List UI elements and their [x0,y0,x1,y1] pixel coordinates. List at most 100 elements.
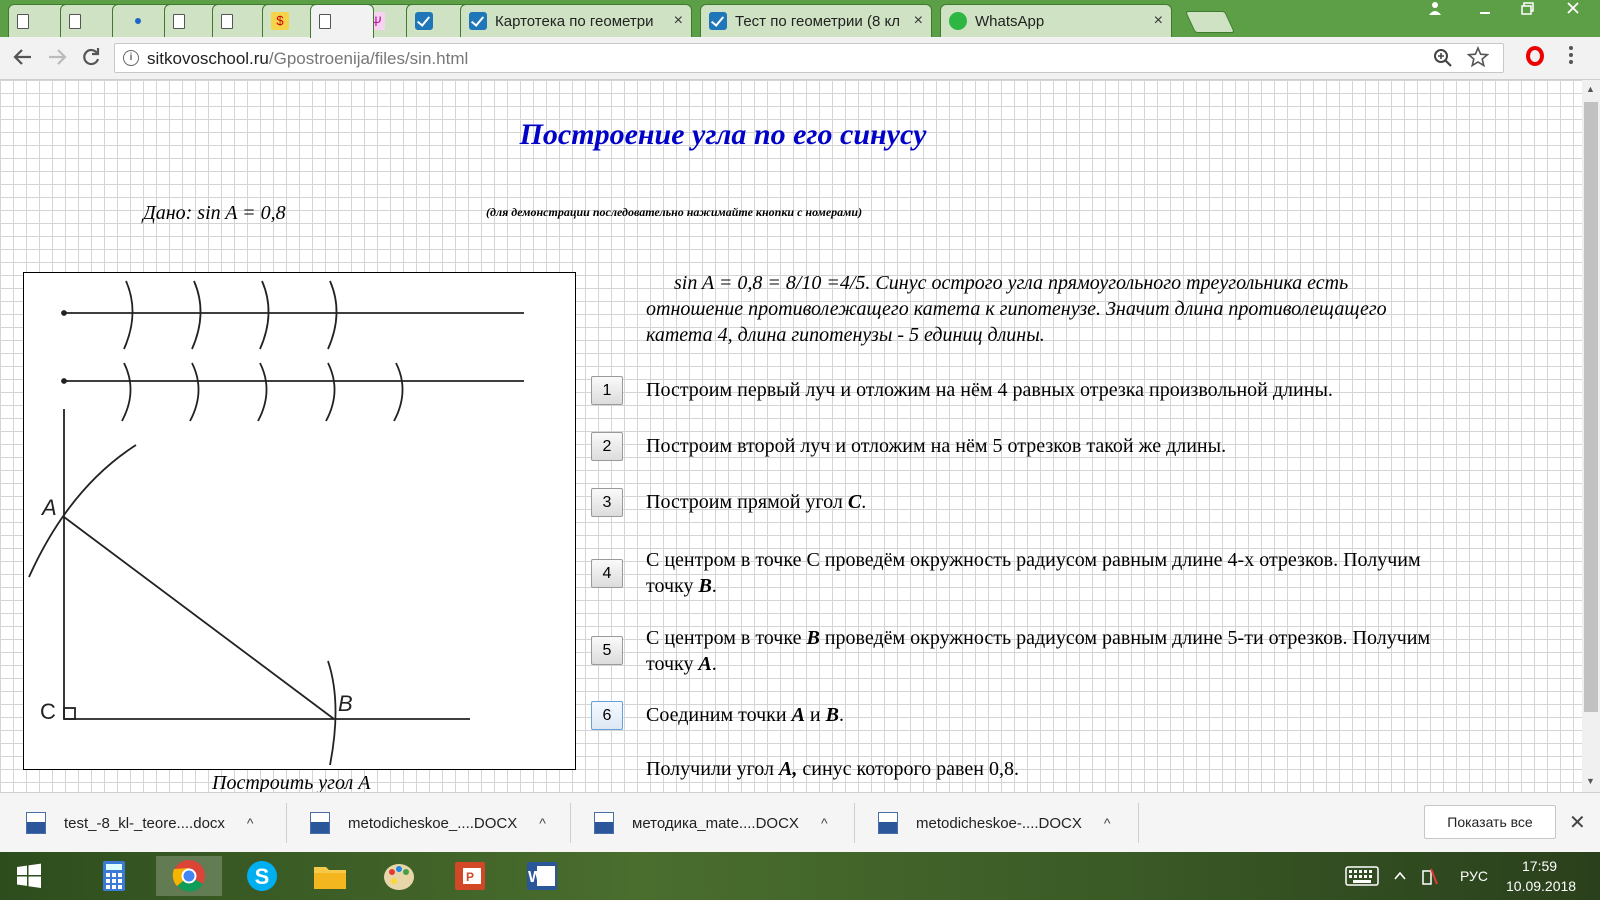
result-post: синус которого равен 0,8. [797,758,1019,780]
word-file-icon [310,812,330,834]
vertical-scrollbar[interactable]: ▲ ▼ [1582,80,1600,792]
word-icon[interactable]: W [512,856,572,896]
download-shelf: test_-8_kl-_teore....docx ^ metodichesko… [0,792,1600,853]
svg-text:W: W [528,869,544,886]
hint-text: (для демонстрации последовательно нажима… [486,205,863,219]
chevron-up-icon[interactable]: ^ [247,815,254,831]
arc-through-b [327,660,337,766]
step-button-6[interactable]: 6 [591,701,623,730]
new-tab-button[interactable] [1184,11,1236,33]
download-item[interactable]: методика_mate....DOCX ^ [594,807,828,839]
tab-kartoteka[interactable]: Картотека по геометри × [460,4,692,37]
whatsapp-icon [949,12,967,30]
tab-close-icon[interactable]: × [914,12,923,30]
step-6-point-a: А [791,704,805,726]
url-text[interactable]: sitkovoschool.ru/Gpostroenija/files/sin.… [147,49,468,69]
step-text-3: Построим прямой угол С. [646,489,1446,515]
chevron-up-icon[interactable]: ^ [539,815,546,831]
download-item[interactable]: test_-8_kl-_teore....docx ^ [26,807,254,839]
info-icon[interactable]: i [123,50,139,66]
skype-icon[interactable]: S [232,856,292,896]
page-title: Построение угла по его синусу [519,118,927,151]
step-6-post: . [838,704,844,726]
back-icon[interactable] [12,46,34,72]
result-pre: Получили угол [646,758,780,780]
check-icon [469,12,487,30]
scroll-up-icon[interactable]: ▲ [1586,84,1595,94]
step-3-post: . [861,491,867,513]
download-separator [286,803,287,843]
file-explorer-icon[interactable] [300,856,360,896]
loading-icon [135,18,141,24]
step-text-1: Построим первый луч и отложим на нём 4 р… [646,379,1333,401]
tab-title: Тест по геометрии (8 кл [735,12,900,30]
download-item[interactable]: metodicheskoe-....DOCX ^ [878,807,1110,839]
ray-1-arc [259,280,270,350]
word-file-icon [26,812,46,834]
tab-close-icon[interactable]: × [1154,12,1163,30]
document-icon [17,13,29,29]
chevron-up-icon[interactable]: ^ [1104,815,1111,831]
calculator-icon[interactable] [84,856,144,896]
step-4-point-b: В [698,575,712,597]
right-angle-mark [63,707,76,720]
powerpoint-icon[interactable]: P [440,856,500,896]
show-all-downloads-button[interactable]: Показать все [1424,805,1556,839]
ray-2-start [61,378,67,384]
tab-whatsapp[interactable]: WhatsApp × [940,4,1172,37]
word-file-icon [878,812,898,834]
step-button-4[interactable]: 4 [591,559,623,588]
chevron-up-icon[interactable]: ^ [821,815,828,831]
step-button-5[interactable]: 5 [591,636,623,665]
chrome-icon[interactable] [156,856,222,896]
step-button-1[interactable]: 1 [591,376,623,405]
bookmark-star-icon[interactable] [1466,45,1490,74]
ray-2-arc [393,362,404,422]
tab-close-icon[interactable]: × [674,12,683,30]
ray-1-arc [123,280,134,350]
tray-expand-icon[interactable] [1388,856,1412,896]
step-5-pre: С центром в точке [646,627,807,649]
step-button-3[interactable]: 3 [591,488,623,517]
tab-7-active[interactable] [310,4,374,38]
ray-1-arc [327,280,338,350]
windows-start-icon[interactable] [0,856,58,896]
close-window-icon[interactable] [1556,0,1590,22]
network-icon[interactable] [1414,856,1444,896]
url-path: /Gpostroenija/files/sin.html [268,49,469,68]
ray-1-start [61,310,67,316]
check-icon [709,12,727,30]
scrollbar-thumb[interactable] [1584,102,1598,712]
tab-title: WhatsApp [975,12,1045,30]
zoom-icon[interactable] [1433,48,1453,74]
svg-text:P: P [466,870,474,884]
menu-icon[interactable] [1568,45,1574,65]
document-icon [319,14,331,29]
minimize-icon[interactable] [1470,0,1500,22]
document-icon [69,13,81,29]
forward-icon[interactable] [46,46,68,72]
step-3-pre: Построим прямой угол [646,491,848,513]
download-item[interactable]: metodicheskoe_....DOCX ^ [310,807,546,839]
clock-time[interactable]: 17:59 [1522,858,1557,874]
document-icon [221,13,233,29]
opera-extension-icon[interactable] [1526,46,1544,66]
tab-test[interactable]: Тест по геометрии (8 кл × [700,4,932,37]
step-6-pre: Соединим точки [646,704,792,726]
address-bar[interactable]: i sitkovoschool.ru/Gpostroenija/files/si… [114,43,1504,73]
input-language[interactable]: РУС [1460,868,1488,884]
clock-date[interactable]: 10.09.2018 [1506,878,1576,894]
close-shelf-icon[interactable]: ✕ [1569,810,1586,835]
svg-text:S: S [255,864,270,889]
download-file-name: metodicheskoe-....DOCX [916,814,1082,832]
keyboard-icon[interactable] [1340,856,1384,896]
reload-icon[interactable] [80,46,102,72]
profile-icon[interactable] [1418,0,1452,22]
word-file-icon [594,812,614,834]
scroll-down-icon[interactable]: ▼ [1586,776,1595,786]
restore-icon[interactable] [1512,0,1542,22]
url-host: sitkovoschool.ru [147,49,269,68]
paint-icon[interactable] [370,856,430,896]
step-button-2[interactable]: 2 [591,432,623,461]
step-5-point-a: А [698,653,712,675]
